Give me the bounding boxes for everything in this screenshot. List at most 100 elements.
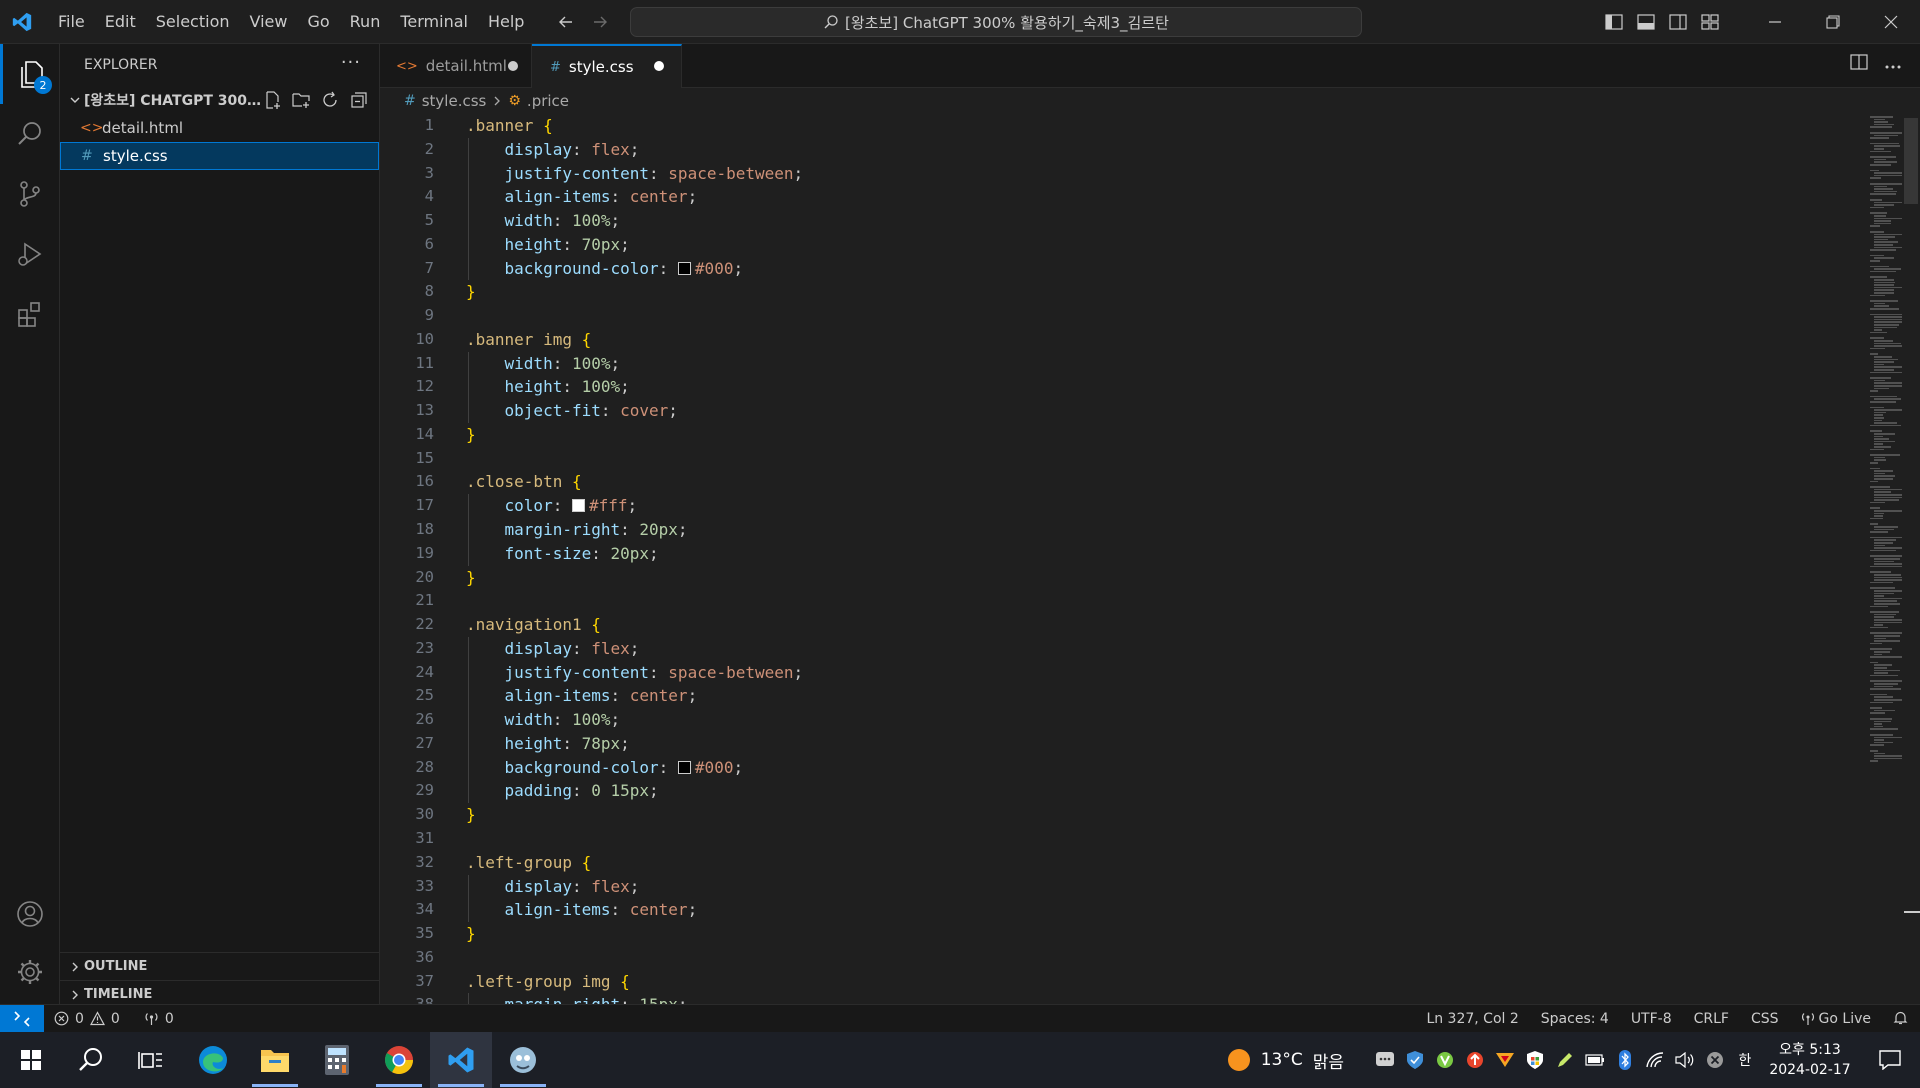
code-line: object-fit: cover; [466, 399, 1766, 423]
weather-widget[interactable]: 13°C 맑음 [1227, 1048, 1344, 1073]
tab-style-css[interactable]: # style.css [532, 44, 682, 88]
chrome-browser-icon[interactable] [368, 1032, 430, 1088]
vscode-taskbar-icon[interactable] [430, 1032, 492, 1088]
windows-start-icon[interactable] [0, 1032, 62, 1088]
minimap-line [1874, 118, 1885, 121]
minimap-line [1870, 337, 1884, 339]
accounts-icon[interactable] [0, 884, 60, 944]
code-line: padding: 0 15px; [466, 779, 1766, 804]
menu-run[interactable]: Run [340, 0, 391, 44]
line-number: 30 [415, 805, 434, 824]
css-file-icon: # [404, 93, 416, 109]
refresh-icon[interactable] [318, 88, 341, 111]
forward-arrow-icon[interactable] [590, 12, 610, 32]
menu-view[interactable]: View [240, 0, 298, 44]
menu-selection[interactable]: Selection [146, 0, 240, 44]
toggle-secondary-sidebar-icon[interactable] [1662, 0, 1694, 44]
close-circle-tray-icon[interactable] [1700, 1032, 1730, 1088]
edge-browser-icon[interactable] [182, 1032, 244, 1088]
new-folder-icon[interactable] [289, 88, 312, 111]
customize-layout-icon[interactable] [1694, 0, 1726, 44]
breadcrumb-file[interactable]: style.css [422, 92, 487, 110]
problems-indicator[interactable]: 0 0 0 [54, 1011, 174, 1027]
explorer-header: EXPLORER ··· [60, 44, 379, 86]
breadcrumb-symbol[interactable]: .price [527, 92, 569, 110]
indentation[interactable]: Spaces: 4 [1541, 1011, 1609, 1027]
minimap-line [1870, 517, 1883, 520]
file-explorer-icon[interactable] [244, 1032, 306, 1088]
search-view-icon[interactable] [0, 104, 60, 164]
minimap-line [1874, 358, 1898, 361]
code-editor[interactable]: 1 2 3 4 5 6 7 8 9 10 11 12 13 14 15 16 1… [380, 114, 1920, 1004]
color-swatch-icon[interactable] [677, 760, 691, 774]
tab-detail-html[interactable]: <> detail.html [380, 44, 532, 88]
update-tray-icon[interactable] [1460, 1032, 1490, 1088]
outline-section[interactable]: OUTLINE [60, 952, 380, 980]
minimap[interactable] [1790, 114, 1909, 1004]
security-tray-icon[interactable] [1520, 1032, 1550, 1088]
vpn-tray-icon[interactable] [1490, 1032, 1520, 1088]
minimize-button[interactable] [1746, 0, 1804, 44]
wifi-tray-icon[interactable] [1640, 1032, 1670, 1088]
minimap-line [1870, 750, 1878, 752]
menu-help[interactable]: Help [478, 0, 534, 44]
menu-go[interactable]: Go [297, 0, 339, 44]
file-item-detail-html[interactable]: <> detail.html [60, 114, 379, 142]
workspace-folder[interactable]: [왕초보] CHATGPT 300% 활용하기_숙제3_김르탄 [60, 86, 379, 114]
line-number: 32 [415, 852, 434, 871]
extensions-icon[interactable] [0, 284, 60, 344]
cursor-position[interactable]: Ln 327, Col 2 [1426, 1011, 1518, 1027]
chat-tray-icon[interactable] [1370, 1032, 1400, 1088]
more-actions-icon[interactable] [1884, 55, 1902, 74]
language-mode[interactable]: CSS [1751, 1011, 1779, 1027]
toggle-panel-icon[interactable] [1630, 0, 1662, 44]
app-green-tray-icon[interactable] [1430, 1032, 1460, 1088]
bluetooth-tray-icon[interactable] [1610, 1032, 1640, 1088]
go-live-button[interactable]: Go Live [1801, 1011, 1871, 1027]
menu-file[interactable]: File [48, 0, 95, 44]
collapse-all-icon[interactable] [347, 88, 370, 111]
encoding[interactable]: UTF-8 [1631, 1011, 1672, 1027]
notification-center-icon[interactable] [1860, 1032, 1920, 1088]
menu-terminal[interactable]: Terminal [390, 0, 478, 44]
line-number: 18 [415, 520, 434, 539]
vertical-scrollbar-track[interactable] [1902, 114, 1920, 1004]
minimap-line [1870, 611, 1899, 613]
pen-tray-icon[interactable] [1550, 1032, 1580, 1088]
more-actions-icon[interactable]: ··· [341, 52, 361, 73]
color-swatch-icon[interactable] [571, 499, 585, 513]
new-file-icon[interactable] [260, 88, 283, 111]
ime-indicator[interactable]: 한 [1730, 1032, 1760, 1088]
battery-tray-icon[interactable] [1580, 1032, 1610, 1088]
app-character-icon[interactable] [492, 1032, 554, 1088]
manage-gear-icon[interactable] [0, 942, 60, 1002]
toggle-primary-sidebar-icon[interactable] [1598, 0, 1630, 44]
line-number: 19 [415, 543, 434, 562]
vertical-scrollbar-thumb[interactable] [1904, 118, 1918, 204]
back-arrow-icon[interactable] [556, 12, 576, 32]
calculator-icon[interactable] [306, 1032, 368, 1088]
volume-tray-icon[interactable] [1670, 1032, 1700, 1088]
shield-tray-icon[interactable] [1400, 1032, 1430, 1088]
split-editor-icon[interactable] [1850, 54, 1868, 74]
notifications-bell-icon[interactable] [1893, 1010, 1908, 1029]
command-center-search[interactable]: [왕초보] ChatGPT 300% 활용하기_숙제3_김르탄 [630, 7, 1362, 37]
color-swatch-icon[interactable] [677, 261, 691, 275]
remote-window-icon[interactable] [0, 1004, 44, 1033]
close-window-button[interactable] [1862, 0, 1920, 44]
minimap-line [1874, 222, 1891, 225]
explorer-icon[interactable]: 2 [0, 44, 60, 104]
end-of-line[interactable]: CRLF [1694, 1011, 1729, 1027]
minimap-line [1870, 632, 1905, 634]
run-debug-icon[interactable] [0, 224, 60, 284]
restore-button[interactable] [1804, 0, 1862, 44]
minimap-line [1874, 411, 1886, 414]
unsaved-dot-icon[interactable] [654, 61, 664, 71]
unsaved-dot-icon[interactable] [508, 61, 518, 71]
file-item-style-css[interactable]: # style.css [60, 142, 379, 170]
taskbar-search-icon[interactable] [60, 1032, 122, 1088]
clock[interactable]: 오후 5:13 2024-02-17 [1760, 1040, 1860, 1080]
source-control-icon[interactable] [0, 164, 60, 224]
menu-edit[interactable]: Edit [95, 0, 146, 44]
task-view-icon[interactable] [120, 1032, 182, 1088]
